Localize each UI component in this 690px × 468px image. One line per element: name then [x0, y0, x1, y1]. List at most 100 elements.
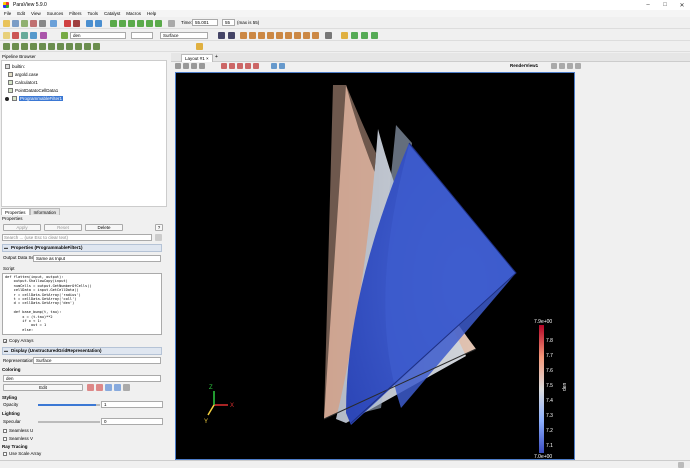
seamless-v-checkbox[interactable] — [3, 436, 7, 441]
undo-icon[interactable] — [64, 20, 71, 27]
next-frame-icon[interactable] — [137, 20, 144, 27]
help-button[interactable]: ? — [155, 224, 163, 231]
menu-help[interactable]: Help — [147, 11, 156, 16]
hover-points-icon[interactable] — [271, 63, 277, 69]
specular-slider[interactable] — [38, 421, 100, 423]
orientation-axes-icon[interactable] — [371, 32, 378, 39]
script-editor[interactable]: def flatten(input, output): output.Shall… — [2, 273, 162, 335]
opacity-slider[interactable] — [38, 404, 96, 406]
view-minus-z-icon[interactable] — [285, 32, 292, 39]
pick-center-icon[interactable] — [341, 32, 348, 39]
first-frame-icon[interactable] — [110, 20, 117, 27]
tab-information[interactable]: Information — [29, 208, 61, 215]
rescale-icon[interactable] — [87, 384, 94, 391]
extract-subset-icon[interactable] — [48, 43, 55, 50]
menu-macros[interactable]: Macros — [126, 11, 141, 16]
rotate-minus-icon[interactable] — [312, 32, 319, 39]
settings-icon[interactable] — [39, 20, 46, 27]
view-plus-y-icon[interactable] — [258, 32, 265, 39]
output-type-combo[interactable]: Same as Input — [33, 255, 161, 262]
rescale-visible-icon[interactable] — [30, 32, 37, 39]
time-value-field[interactable]: 55.001 — [192, 19, 218, 26]
contour-icon[interactable] — [12, 43, 19, 50]
properties-group-header[interactable]: Properties (ProgrammableFilter1) — [2, 244, 162, 252]
view-plus-x-icon[interactable] — [240, 32, 247, 39]
representation-combo[interactable]: Surface — [33, 357, 161, 364]
hover-cells-icon[interactable] — [279, 63, 285, 69]
rescale-custom-icon[interactable] — [21, 32, 28, 39]
split-vertical-icon[interactable] — [559, 63, 565, 69]
pipeline-item-programmablefilter1[interactable]: ProgrammableFilter1 — [2, 95, 166, 102]
open-icon[interactable] — [3, 20, 10, 27]
specular-field[interactable]: 0 — [101, 418, 163, 425]
reset-center-icon[interactable] — [361, 32, 368, 39]
interactive-select-icon[interactable] — [253, 63, 259, 69]
view-plus-z-icon[interactable] — [276, 32, 283, 39]
opacity-field[interactable]: 1 — [101, 401, 163, 408]
select-polygon-icon[interactable] — [245, 63, 251, 69]
stream-tracer-icon[interactable] — [66, 43, 73, 50]
calculator-icon[interactable] — [3, 43, 10, 50]
search-input[interactable]: Search ... (use Esc to clear text) — [2, 234, 152, 241]
extract-level-icon[interactable] — [93, 43, 100, 50]
variable-combo[interactable]: den — [70, 32, 126, 39]
maximize-view-icon[interactable] — [567, 63, 573, 69]
copy-arrays-checkbox[interactable]: ✓ — [3, 338, 7, 343]
redo-icon[interactable] — [73, 20, 80, 27]
pipeline-item-pointdatatocelldata1[interactable]: PointDatatoCellData1 — [2, 87, 166, 94]
play-icon[interactable] — [128, 20, 135, 27]
threshold-icon[interactable] — [39, 43, 46, 50]
memory-inspector-icon[interactable] — [678, 462, 684, 468]
tab-properties[interactable]: Properties — [1, 208, 30, 215]
menu-edit[interactable]: Edit — [17, 11, 25, 16]
time-step-field[interactable]: 55 — [222, 19, 235, 26]
advanced-gear-icon[interactable] — [155, 234, 162, 241]
reset-camera-icon[interactable] — [218, 32, 225, 39]
seamless-u-checkbox[interactable] — [3, 428, 7, 433]
menu-file[interactable]: File — [4, 11, 11, 16]
connect-icon[interactable] — [21, 20, 28, 27]
representation-combo[interactable]: Surface — [160, 32, 208, 39]
seamless-v-row[interactable]: Seamless V — [3, 436, 33, 441]
menu-sources[interactable]: Sources — [47, 11, 64, 16]
previous-frame-icon[interactable] — [119, 20, 126, 27]
view-minus-x-icon[interactable] — [249, 32, 256, 39]
color-legend-icon[interactable] — [123, 384, 130, 391]
save-icon[interactable] — [12, 20, 19, 27]
add-layout-icon[interactable]: + — [215, 54, 218, 60]
show-center-icon[interactable] — [351, 32, 358, 39]
color-map-editor-icon[interactable] — [3, 32, 10, 39]
visibility-eye-icon[interactable] — [5, 96, 9, 101]
view-tool-icon[interactable] — [183, 63, 189, 69]
camera-redo-icon[interactable] — [95, 20, 102, 27]
select-cells-icon[interactable] — [221, 63, 227, 69]
pipeline-item-argold[interactable]: argold.case — [2, 71, 166, 78]
view-tool-icon[interactable] — [191, 63, 197, 69]
edit-colormap-button[interactable]: Edit — [3, 384, 83, 391]
rotate-plus-icon[interactable] — [303, 32, 310, 39]
camera-undo-icon[interactable] — [86, 20, 93, 27]
use-scale-array-checkbox[interactable] — [3, 451, 7, 456]
close-view-icon[interactable] — [575, 63, 581, 69]
render-view[interactable]: X Z Y 7.9e+00 7.0e+00 7.8 7.7 7.6 7.5 7.… — [175, 72, 575, 460]
glyph-icon[interactable] — [57, 43, 64, 50]
group-datasets-icon[interactable] — [84, 43, 91, 50]
display-group-header[interactable]: Display (UnstructuredGridRepresentation) — [2, 347, 162, 355]
menu-tools[interactable]: Tools — [87, 11, 98, 16]
maximize-icon[interactable]: □ — [657, 0, 673, 10]
menu-catalyst[interactable]: Catalyst — [104, 11, 120, 16]
time-keeper-icon[interactable] — [168, 20, 175, 27]
apply-button[interactable]: Apply — [3, 224, 41, 231]
center-axes-icon[interactable] — [325, 32, 332, 39]
pipeline-item-builtin[interactable]: builtin: — [2, 63, 166, 70]
split-horizontal-icon[interactable] — [551, 63, 557, 69]
rescale-temporal-icon[interactable] — [105, 384, 112, 391]
select-frustum-icon[interactable] — [237, 63, 243, 69]
find-data-icon[interactable] — [196, 43, 203, 50]
close-tab-icon[interactable]: × — [206, 56, 209, 61]
view-tool-icon[interactable] — [175, 63, 181, 69]
tab-layout-1[interactable]: Layout #1 × — [181, 54, 213, 62]
component-combo[interactable] — [131, 32, 153, 39]
loop-icon[interactable] — [155, 20, 162, 27]
menu-view[interactable]: View — [31, 11, 41, 16]
